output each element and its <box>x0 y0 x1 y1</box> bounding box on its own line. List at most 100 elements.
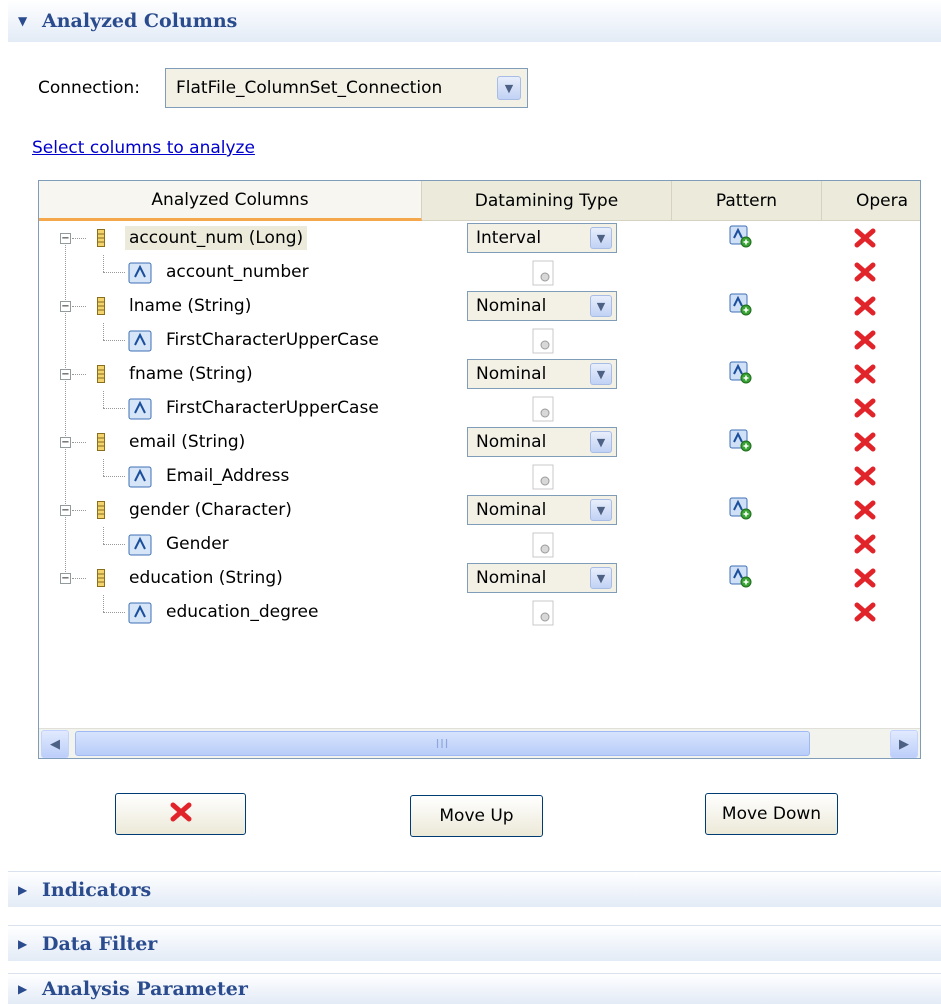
chevron-down-icon[interactable]: ▼ <box>590 295 612 317</box>
gear-icon[interactable] <box>531 395 557 423</box>
tree-connector <box>72 374 86 375</box>
header-pattern[interactable]: Pattern <box>672 181 822 221</box>
chevron-down-icon[interactable]: ▼ <box>590 567 612 589</box>
table-row[interactable]: − fname (String) Nominal ▼ <box>39 357 920 391</box>
table-row[interactable]: account_number <box>39 255 920 289</box>
section-analysis-parameter[interactable]: ▶ Analysis Parameter <box>8 973 941 1004</box>
column-icon <box>97 297 105 315</box>
tree-connector <box>72 306 86 307</box>
datamining-type-value: Nominal <box>476 568 547 588</box>
chevron-down-icon[interactable]: ▼ <box>590 227 612 249</box>
pattern-add-icon[interactable] <box>727 360 753 389</box>
datamining-type-value: Nominal <box>476 364 547 384</box>
section-title: Analysis Parameter <box>42 978 248 1000</box>
pattern-label: FirstCharacterUpperCase <box>166 330 379 350</box>
table-row[interactable]: education_degree <box>39 595 920 629</box>
pattern-add-icon[interactable] <box>727 224 753 253</box>
column-icon <box>97 229 105 247</box>
scrollbar-thumb[interactable]: III <box>75 731 810 756</box>
delete-x-icon[interactable] <box>854 602 876 622</box>
tree-connector <box>103 408 125 409</box>
datamining-type-combo[interactable]: Nominal ▼ <box>467 563 617 593</box>
collapse-icon[interactable]: − <box>60 369 71 380</box>
pattern-label: account_number <box>166 262 309 282</box>
tree-connector <box>103 595 104 612</box>
gear-icon[interactable] <box>531 327 557 355</box>
scroll-left-icon[interactable]: ◀ <box>41 730 69 758</box>
pattern-icon <box>127 397 153 421</box>
table-row[interactable]: FirstCharacterUpperCase <box>39 391 920 425</box>
select-columns-link[interactable]: Select columns to analyze <box>32 138 255 158</box>
chevron-down-icon[interactable]: ▼ <box>590 499 612 521</box>
column-icon <box>97 365 105 383</box>
collapse-icon[interactable]: − <box>60 505 71 516</box>
gear-icon[interactable] <box>531 463 557 491</box>
collapse-icon[interactable]: − <box>60 301 71 312</box>
tree-connector <box>72 510 86 511</box>
delete-x-icon[interactable] <box>854 534 876 554</box>
delete-x-icon[interactable] <box>854 500 876 520</box>
tree-connector <box>72 442 86 443</box>
table-header: Analyzed Columns Datamining Type Pattern… <box>39 181 920 221</box>
connection-combo[interactable]: FlatFile_ColumnSet_Connection ▼ <box>165 68 528 108</box>
delete-x-icon[interactable] <box>854 432 876 452</box>
section-indicators[interactable]: ▶ Indicators <box>8 871 941 907</box>
datamining-type-combo[interactable]: Nominal ▼ <box>467 291 617 321</box>
remove-button[interactable] <box>115 793 246 835</box>
section-title: Indicators <box>42 878 152 901</box>
header-analyzed-columns[interactable]: Analyzed Columns <box>39 181 422 221</box>
datamining-type-combo[interactable]: Nominal ▼ <box>467 427 617 457</box>
section-analyzed-columns[interactable]: ▼ Analyzed Columns <box>8 0 941 42</box>
table-row[interactable]: Email_Address <box>39 459 920 493</box>
pattern-add-icon[interactable] <box>727 428 753 457</box>
chevron-down-icon[interactable]: ▼ <box>497 76 521 100</box>
triangle-down-icon: ▼ <box>18 14 28 28</box>
chevron-down-icon[interactable]: ▼ <box>590 431 612 453</box>
datamining-type-value: Interval <box>476 228 542 248</box>
column-label: email (String) <box>129 432 246 452</box>
tree-connector <box>103 340 125 341</box>
collapse-icon[interactable]: − <box>60 573 71 584</box>
table-row[interactable]: FirstCharacterUpperCase <box>39 323 920 357</box>
header-operation[interactable]: Opera <box>822 181 920 221</box>
delete-x-icon[interactable] <box>854 228 876 248</box>
move-down-button[interactable]: Move Down <box>705 793 838 835</box>
delete-x-icon[interactable] <box>854 296 876 316</box>
tree-connector <box>103 323 104 340</box>
table-row[interactable]: − account_num (Long) Interval ▼ <box>39 221 920 255</box>
datamining-type-combo[interactable]: Nominal ▼ <box>467 495 617 525</box>
datamining-type-combo[interactable]: Interval ▼ <box>467 223 617 253</box>
scrollbar-grip: III <box>435 736 450 751</box>
table-row[interactable]: Gender <box>39 527 920 561</box>
tree-connector <box>72 578 86 579</box>
delete-x-icon[interactable] <box>854 364 876 384</box>
header-datamining-type[interactable]: Datamining Type <box>422 181 672 221</box>
triangle-right-icon: ▶ <box>18 982 28 996</box>
horizontal-scrollbar[interactable]: ◀ III ▶ <box>39 728 920 758</box>
pattern-label: FirstCharacterUpperCase <box>166 398 379 418</box>
pattern-add-icon[interactable] <box>727 292 753 321</box>
delete-x-icon[interactable] <box>854 330 876 350</box>
collapse-icon[interactable]: − <box>60 233 71 244</box>
section-data-filter[interactable]: ▶ Data Filter <box>8 925 941 961</box>
table-row[interactable]: − email (String) Nominal ▼ <box>39 425 920 459</box>
datamining-type-value: Nominal <box>476 296 547 316</box>
table-row[interactable]: − education (String) Nominal ▼ <box>39 561 920 595</box>
gear-icon[interactable] <box>531 259 557 287</box>
pattern-add-icon[interactable] <box>727 564 753 593</box>
chevron-down-icon[interactable]: ▼ <box>590 363 612 385</box>
move-up-button[interactable]: Move Up <box>410 795 543 837</box>
gear-icon[interactable] <box>531 531 557 559</box>
gear-icon[interactable] <box>531 599 557 627</box>
collapse-icon[interactable]: − <box>60 437 71 448</box>
delete-x-icon[interactable] <box>854 466 876 486</box>
tree-connector <box>103 459 104 476</box>
table-row[interactable]: − gender (Character) Nominal ▼ <box>39 493 920 527</box>
table-row[interactable]: − lname (String) Nominal ▼ <box>39 289 920 323</box>
delete-x-icon[interactable] <box>854 262 876 282</box>
datamining-type-combo[interactable]: Nominal ▼ <box>467 359 617 389</box>
delete-x-icon[interactable] <box>854 398 876 418</box>
delete-x-icon[interactable] <box>854 568 876 588</box>
scroll-right-icon[interactable]: ▶ <box>890 730 918 758</box>
pattern-add-icon[interactable] <box>727 496 753 525</box>
